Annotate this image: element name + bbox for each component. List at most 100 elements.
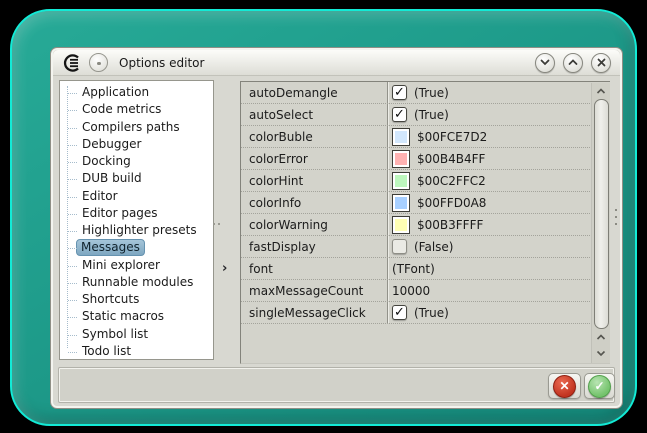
sidebar-item-label: Shortcuts (79, 291, 142, 308)
scrollbar-thumb[interactable] (594, 99, 609, 329)
property-value-cell: ✓ (True) (388, 104, 592, 125)
property-row-colorInfo[interactable]: colorInfo$00FFD0A8 (241, 192, 592, 214)
property-name: fastDisplay (241, 236, 388, 257)
sidebar-item-mini-explorer[interactable]: Mini explorer (60, 257, 213, 274)
property-name: colorHint (241, 170, 388, 191)
property-value-cell: $00FFD0A8 (388, 192, 592, 213)
sidebar-item-debugger[interactable]: Debugger (60, 136, 213, 153)
sidebar-item-editor-pages[interactable]: Editor pages (60, 205, 213, 222)
property-row-autoDemangle[interactable]: autoDemangle✓(True) (241, 82, 592, 104)
sidebar-item-label: Editor pages (79, 205, 161, 222)
sidebar-item-label: Debugger (79, 136, 144, 153)
property-name: autoDemangle (241, 82, 388, 103)
property-value-cell: (TFont) (388, 258, 592, 279)
sidebar-item-code-metrics[interactable]: Code metrics (60, 101, 213, 118)
color-swatch[interactable] (392, 172, 410, 190)
accept-button[interactable]: ✓ (584, 373, 615, 399)
property-row-colorHint[interactable]: colorHint $00C2FFC2 (241, 170, 592, 192)
sidebar-item-label: Symbol list (79, 326, 151, 343)
close-button[interactable] (591, 53, 611, 73)
property-row-maxMessageCount[interactable]: maxMessageCount 10000 (241, 280, 592, 302)
titlebar-buttons (535, 53, 611, 73)
property-row-fastDisplay[interactable]: fastDisplay (False) (241, 236, 592, 258)
property-value: (False) (414, 240, 454, 254)
property-value-cell: 10000 (388, 280, 592, 301)
selected-row-marker-icon: › (222, 261, 234, 277)
sidebar-item-highlighter-presets[interactable]: Highlighter presets (60, 222, 213, 239)
sidebar-item-label: Docking (79, 153, 134, 170)
maximize-button[interactable] (563, 53, 583, 73)
property-name: font (241, 258, 388, 279)
sidebar-item-label: Mini explorer (79, 257, 163, 274)
titlebar[interactable]: Options editor (53, 50, 620, 76)
property-checkbox[interactable] (392, 239, 407, 254)
sidebar-item-application[interactable]: Application (60, 84, 213, 101)
sidebar-item-label: Code metrics (79, 101, 164, 118)
sidebar-item-dub-build[interactable]: DUB build (60, 170, 213, 187)
property-name: singleMessageClick (241, 302, 388, 323)
property-value-cell: $00B3FFFF (388, 214, 592, 235)
close-icon (597, 58, 606, 67)
property-name: colorError (241, 148, 388, 169)
property-value: (TFont) (392, 262, 435, 276)
desktop-background: { "window": { "title": "Options editor" … (0, 0, 647, 433)
grid-scrollbar[interactable] (591, 83, 610, 363)
sidebar-item-symbol-list[interactable]: Symbol list (60, 326, 213, 343)
property-value: $00B3FFFF (417, 218, 483, 232)
property-rows: autoDemangle✓(True)autoSelect✓(True)colo… (241, 82, 610, 324)
property-name: maxMessageCount (241, 280, 388, 301)
options-editor-window: Options editor (50, 47, 623, 409)
window-menu-button[interactable] (89, 53, 108, 72)
color-swatch[interactable] (392, 216, 410, 234)
splitter-grip[interactable] (213, 223, 215, 225)
sidebar-item-label: Static macros (79, 308, 167, 325)
color-swatch[interactable] (392, 128, 410, 146)
sidebar-item-compilers-paths[interactable]: Compilers paths (60, 119, 213, 136)
scroll-up-button[interactable] (592, 84, 610, 98)
sidebar-item-runnable-modules[interactable]: Runnable modules (60, 274, 213, 291)
sidebar-item-docking[interactable]: Docking (60, 153, 213, 170)
property-row-colorBuble[interactable]: colorBuble$00FCE7D2 (241, 126, 592, 148)
window-title: Options editor (119, 56, 204, 70)
property-row-colorWarning[interactable]: colorWarning$00B3FFFF (241, 214, 592, 236)
sidebar-item-messages[interactable]: Messages (60, 239, 213, 256)
property-checkbox[interactable]: ✓ (392, 305, 407, 320)
category-tree-panel: ApplicationCode metricsCompilers pathsDe… (59, 80, 214, 360)
cancel-button[interactable]: ✕ (548, 373, 581, 399)
property-value-cell: $00C2FFC2 (388, 170, 592, 191)
sidebar-item-shortcuts[interactable]: Shortcuts (60, 291, 213, 308)
property-value: $00C2FFC2 (417, 174, 486, 188)
property-value-cell: ✓(True) (388, 82, 592, 103)
sidebar-item-editor[interactable]: Editor (60, 188, 213, 205)
accept-check-icon: ✓ (588, 375, 611, 398)
scroll-down-button[interactable] (592, 346, 610, 360)
property-checkbox[interactable]: ✓ (392, 107, 407, 122)
property-row-colorError[interactable]: colorError $00B4B4FF (241, 148, 592, 170)
sidebar-item-label: Runnable modules (79, 274, 196, 291)
property-row-font[interactable]: font (TFont) (241, 258, 592, 280)
resize-grip[interactable] (615, 209, 617, 211)
property-row-singleMessageClick[interactable]: singleMessageClick ✓ (True) (241, 302, 592, 324)
property-value: (True) (414, 108, 449, 122)
sidebar-item-label: Messages (76, 239, 145, 256)
sidebar-item-label: Editor (79, 188, 121, 205)
property-value-cell: $00B4B4FF (388, 148, 592, 169)
color-swatch[interactable] (392, 194, 410, 212)
minimize-button[interactable] (535, 53, 555, 73)
property-name: colorBuble (241, 126, 388, 147)
property-name: colorInfo (241, 192, 388, 213)
sidebar-item-static-macros[interactable]: Static macros (60, 308, 213, 325)
color-swatch[interactable] (392, 150, 410, 168)
scroll-up-button-bottom[interactable] (592, 330, 610, 344)
property-value: 10000 (392, 284, 430, 298)
chevron-up-icon (568, 59, 578, 66)
property-grid: autoDemangle✓(True)autoSelect✓(True)colo… (240, 81, 610, 364)
sidebar-item-label: Compilers paths (79, 119, 183, 136)
property-checkbox[interactable]: ✓ (392, 85, 407, 100)
property-row-autoSelect[interactable]: autoSelect✓(True) (241, 104, 592, 126)
property-value: (True) (414, 306, 449, 320)
sidebar-item-label: DUB build (79, 170, 145, 187)
cancel-cross-icon: ✕ (553, 375, 576, 398)
sidebar-item-todo-list[interactable]: Todo list (60, 343, 213, 360)
property-value: $00B4B4FF (417, 152, 485, 166)
